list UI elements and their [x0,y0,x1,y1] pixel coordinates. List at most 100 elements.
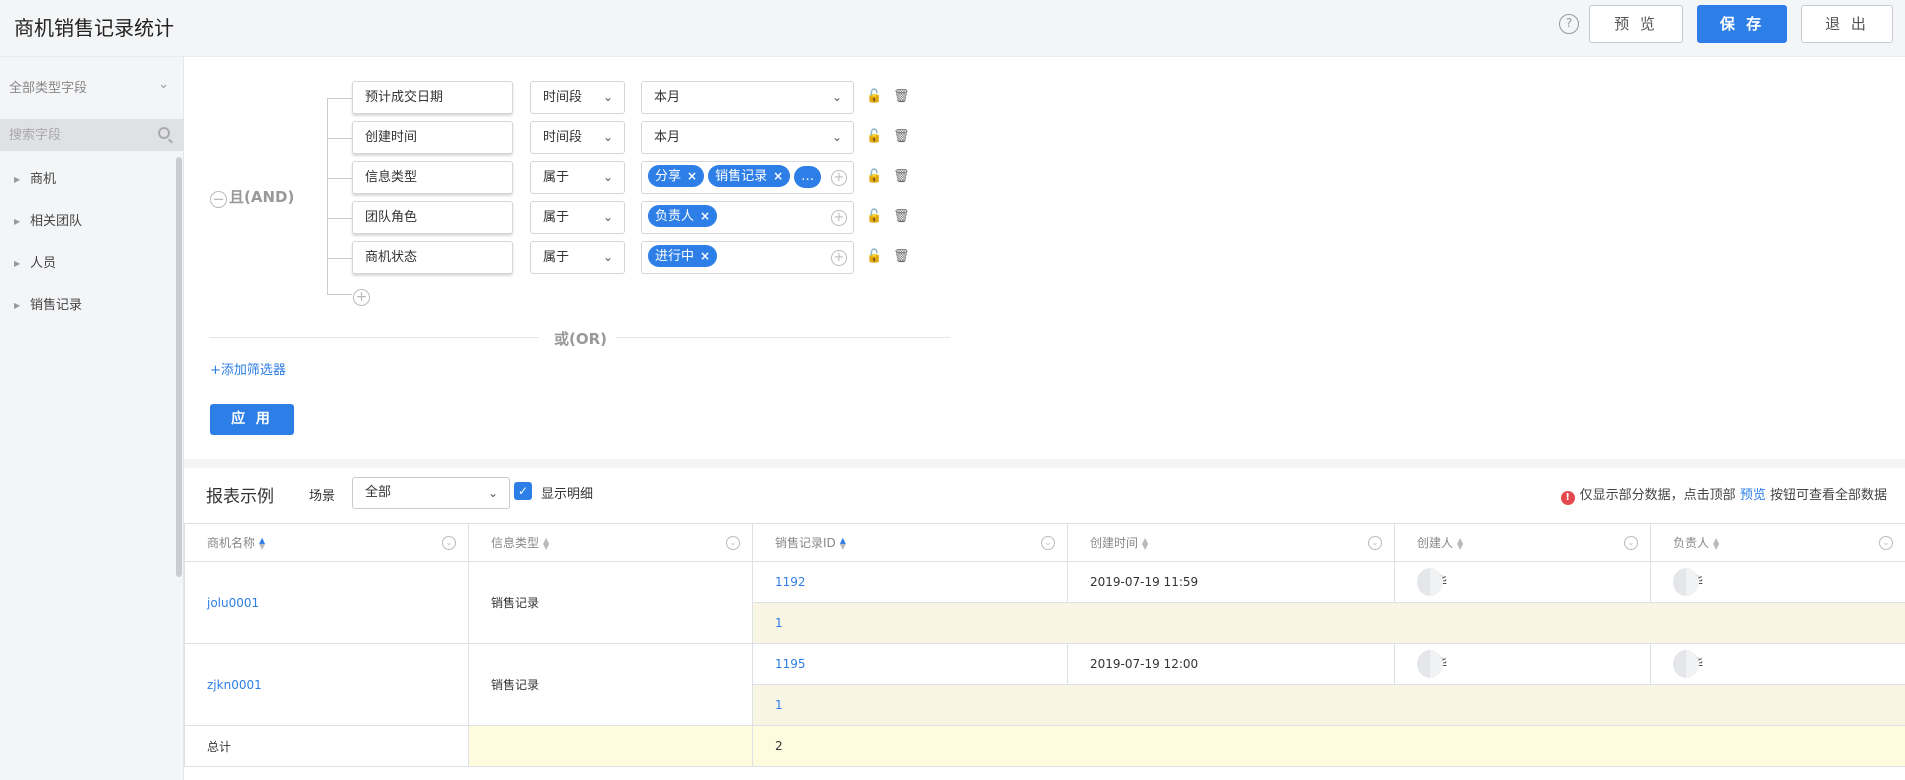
filter-field[interactable]: 预计成交日期 [352,81,513,114]
table-row: jolu0001 销售记录 1192 2019-07-19 11:59 华 华 [184,561,1905,644]
expand-arrow-icon: ▶ [14,175,21,184]
table-header-row: 商机名称 ▲ ▼ ⌄ 信息类型 ▲ ▼ ⌄ 销售记录ID ▲ ▼ ⌄ 创建时间 ▲ ▼ ⌄ 创建人 ▲ ▼ ⌄… [184,523,1905,562]
trash-icon[interactable]: 🗑 [893,249,910,265]
sidebar-item-people[interactable]: ▶ 人员 [14,252,56,274]
column-menu-icon[interactable]: ⌄ [1368,536,1382,550]
unlock-icon[interactable]: 🔓 [866,209,882,225]
trash-icon[interactable]: 🗑 [893,89,910,105]
filter-row: 创建时间 时间段 ⌄ 本月 ⌄ 🔓 🗑 [352,121,932,155]
filter-operator-select[interactable]: 时间段 ⌄ [530,121,625,154]
or-divider [209,337,539,338]
record-id-cell[interactable]: 1192 [752,561,1068,603]
filter-value-select[interactable]: 本月 ⌄ [641,121,854,154]
column-menu-icon[interactable]: ⌄ [1879,536,1893,550]
column-menu-icon[interactable]: ⌄ [1041,536,1055,550]
filter-operator-select[interactable]: 属于 ⌄ [530,241,625,274]
row-connector [327,294,352,295]
trash-icon[interactable]: 🗑 [893,209,910,225]
top-bar: 商机销售记录统计 ? 预 览 保 存 退 出 [0,0,1905,57]
filter-tag-input[interactable]: 进行中 × + [641,241,854,274]
filter-tag-input[interactable]: 负责人 × + [641,201,854,234]
collapse-icon[interactable]: − [210,191,227,208]
exit-button[interactable]: 退 出 [1801,5,1893,43]
filter-operator-select[interactable]: 属于 ⌄ [530,161,625,194]
remove-tag-icon[interactable]: × [700,209,710,223]
created-time-cell: 2019-07-19 11:59 [1067,561,1395,603]
sort-icon[interactable]: ▲ ▼ [1713,536,1719,550]
sort-icon[interactable]: ▲ ▼ [259,536,265,550]
sidebar-item-team[interactable]: ▶ 相关团队 [14,210,82,232]
total-label-cell: 总计 [184,725,469,767]
column-header[interactable]: 商机名称 ▲ ▼ ⌄ [184,523,469,562]
show-detail-label: 显示明细 [541,487,594,502]
column-header[interactable]: 销售记录ID ▲ ▼ ⌄ [752,523,1068,562]
unlock-icon[interactable]: 🔓 [866,129,882,145]
filter-tag: 进行中 × [648,245,718,267]
expand-arrow-icon: ▶ [14,259,21,268]
filter-field[interactable]: 信息类型 [352,161,513,194]
save-button[interactable]: 保 存 [1697,5,1787,43]
unlock-icon[interactable]: 🔓 [866,169,882,185]
filter-field[interactable]: 团队角色 [352,201,513,234]
preview-button[interactable]: 预 览 [1589,5,1683,43]
info-type-cell: 销售记录 [468,561,753,644]
creator-cell: 华 [1394,561,1651,603]
sort-icon[interactable]: ▲ ▼ [1142,536,1148,550]
filter-row: 商机状态 属于 ⌄ 进行中 × + 🔓 🗑 [352,241,932,275]
created-time-cell: 2019-07-19 12:00 [1067,643,1395,685]
sidebar-item-opportunity[interactable]: ▶ 商机 [14,168,56,190]
and-group-label[interactable]: − 且(AND) [210,186,294,208]
column-menu-icon[interactable]: ⌄ [1624,536,1638,550]
opportunity-name-cell[interactable]: jolu0001 [184,561,469,644]
add-filter-link[interactable]: +添加筛选器 [210,359,286,378]
sidebar-item-label: 人员 [30,256,57,271]
sort-icon[interactable]: ▲ ▼ [543,536,549,550]
add-tag-icon[interactable]: + [831,250,847,266]
remove-tag-icon[interactable]: × [687,169,697,183]
column-header[interactable]: 负责人 ▲ ▼ ⌄ [1650,523,1905,562]
filter-row: 团队角色 属于 ⌄ 负责人 × + 🔓 🗑 [352,201,932,235]
filter-value-select[interactable]: 本月 ⌄ [641,81,854,114]
or-divider [616,337,950,338]
field-search-input[interactable] [9,125,149,145]
more-tags-badge[interactable]: … [794,166,822,188]
add-tag-icon[interactable]: + [831,170,847,186]
column-header[interactable]: 创建人 ▲ ▼ ⌄ [1394,523,1651,562]
scene-select[interactable]: 全部 ⌄ [352,477,510,509]
filter-operator-select[interactable]: 时间段 ⌄ [530,81,625,114]
filter-row: 信息类型 属于 ⌄ 分享 × 销售记录 ×… + 🔓 🗑 [352,161,932,195]
field-type-dropdown[interactable]: 全部类型字段 ⌄ [9,77,169,101]
creator-cell: 华 [1394,643,1651,685]
owner-cell: 华 [1650,561,1905,603]
unlock-icon[interactable]: 🔓 [866,249,882,265]
column-header[interactable]: 创建时间 ▲ ▼ ⌄ [1067,523,1395,562]
avatar [1673,568,1699,596]
sort-icon[interactable]: ▲ ▼ [840,536,846,550]
filter-operator-select[interactable]: 属于 ⌄ [530,201,625,234]
opportunity-name-cell[interactable]: zjkn0001 [184,643,469,726]
preview-link[interactable]: 预览 [1740,488,1766,503]
show-detail-checkbox[interactable]: ✓ [514,482,532,500]
sidebar-scrollbar[interactable] [176,157,182,577]
sort-icon[interactable]: ▲ ▼ [1457,536,1463,550]
column-menu-icon[interactable]: ⌄ [726,536,740,550]
filter-tag-input[interactable]: 分享 × 销售记录 ×… + [641,161,854,194]
filter-tag: 销售记录 × [708,165,791,187]
sidebar-item-sales-record[interactable]: ▶ 销售记录 [14,294,82,316]
field-search [0,119,184,151]
add-tag-icon[interactable]: + [831,210,847,226]
remove-tag-icon[interactable]: × [700,249,710,263]
filter-field[interactable]: 创建时间 [352,121,513,154]
unlock-icon[interactable]: 🔓 [866,89,882,105]
trash-icon[interactable]: 🗑 [893,169,910,185]
apply-button[interactable]: 应 用 [210,404,294,435]
search-icon[interactable] [158,127,170,139]
column-menu-icon[interactable]: ⌄ [442,536,456,550]
remove-tag-icon[interactable]: × [773,169,783,183]
filter-field[interactable]: 商机状态 [352,241,513,274]
column-header[interactable]: 信息类型 ▲ ▼ ⌄ [468,523,753,562]
record-id-cell[interactable]: 1195 [752,643,1068,685]
add-condition-icon[interactable]: + [353,289,370,306]
help-icon[interactable]: ? [1559,14,1579,34]
trash-icon[interactable]: 🗑 [893,129,910,145]
